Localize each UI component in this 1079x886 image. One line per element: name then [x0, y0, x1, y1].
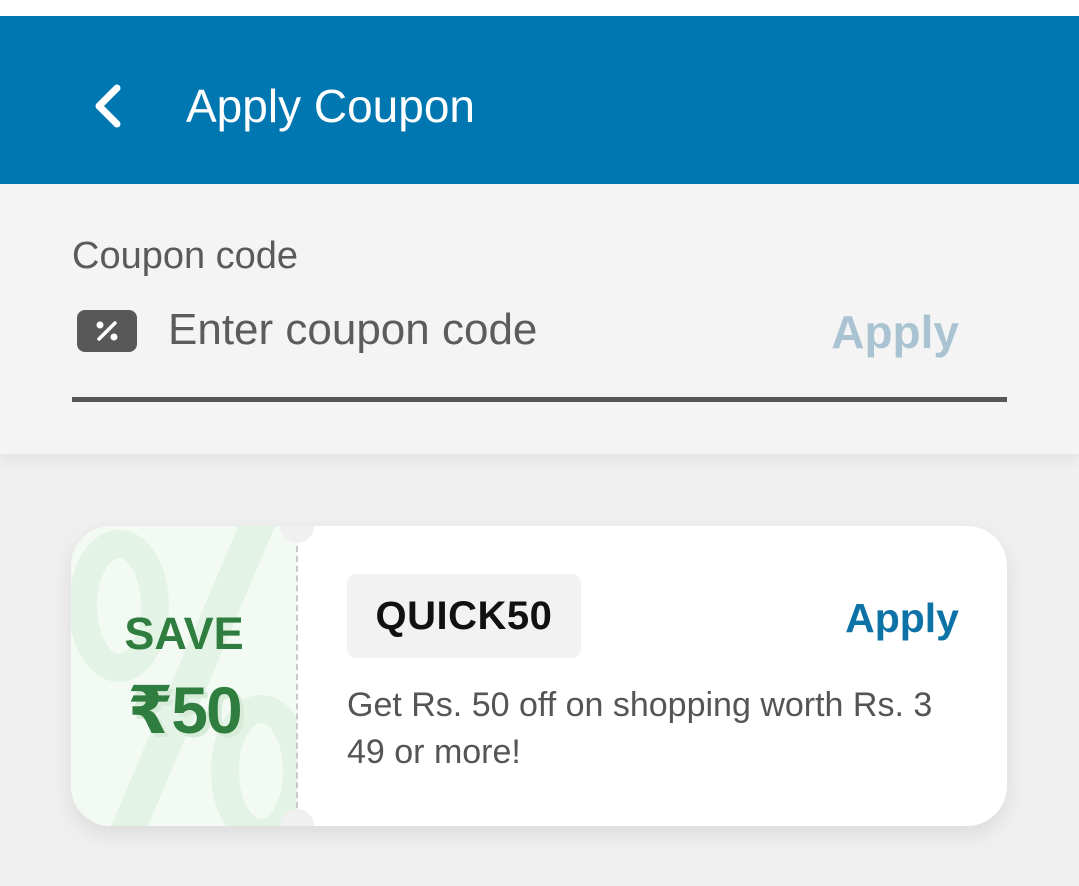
coupon-percent-icon	[77, 310, 137, 352]
coupon-code-section: Coupon code Apply	[0, 184, 1079, 454]
apply-coupon-button[interactable]: Apply	[845, 592, 959, 644]
save-label: SAVE	[124, 608, 244, 659]
coupon-code-label: Coupon code	[72, 235, 299, 277]
app-bar: Apply Coupon	[0, 16, 1079, 184]
status-bar-strip	[0, 0, 1079, 16]
coupon-code-input[interactable]	[168, 298, 788, 362]
apply-code-button[interactable]: Apply	[831, 300, 959, 364]
coupon-savings-panel: SAVE ₹50	[71, 526, 297, 826]
coupon-card: SAVE ₹50 QUICK50 Apply Get Rs. 50 off on…	[71, 526, 1007, 826]
coupon-code-chip: QUICK50	[347, 574, 581, 658]
chevron-left-icon	[95, 84, 121, 128]
coupon-code-field: Apply	[72, 298, 1007, 362]
page-title: Apply Coupon	[186, 80, 475, 132]
coupon-description: Get Rs. 50 off on shopping worth Rs. 349…	[347, 686, 933, 771]
ticket-perforation	[296, 546, 298, 808]
input-underline	[72, 397, 1007, 402]
save-amount: ₹50	[127, 673, 242, 747]
back-button[interactable]	[80, 78, 136, 134]
